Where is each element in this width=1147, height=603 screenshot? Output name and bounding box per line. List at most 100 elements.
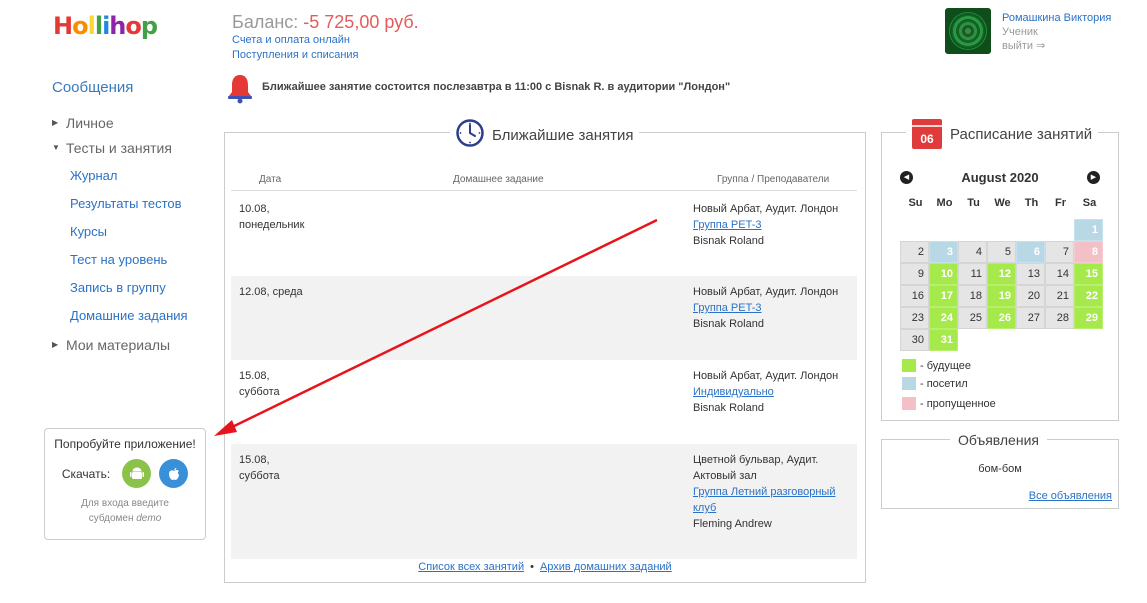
- lesson-teacher: Fleming Andrew: [693, 518, 772, 530]
- calendar-month: August 2020: [961, 169, 1039, 185]
- user-name-link[interactable]: Ромашкина Виктория: [1002, 11, 1111, 25]
- weekday-label: Th: [1024, 197, 1039, 209]
- calendar-day[interactable]: 20: [1016, 285, 1045, 307]
- balance-block: Баланс: -5 725,00 руб. Счета и оплата он…: [232, 12, 419, 63]
- calendar-day[interactable]: 22: [1074, 285, 1103, 307]
- online-payment-link[interactable]: Счета и оплата онлайн: [232, 33, 419, 48]
- sidebar-section-personal[interactable]: ▶ Личное: [52, 110, 222, 135]
- lesson-date-line1: 15.08,: [239, 370, 270, 382]
- lesson-teacher: Bisnak Roland: [693, 235, 764, 247]
- app-promo-title: Попробуйте приложение!: [54, 437, 196, 451]
- calendar-day[interactable]: 5: [987, 241, 1016, 263]
- calendar-day[interactable]: 12: [987, 263, 1016, 285]
- sidebar-section-materials[interactable]: ▶ Мои материалы: [52, 332, 222, 357]
- next-lesson-notice: Ближайшее занятие состоится послезавтра …: [262, 81, 731, 93]
- calendar-day[interactable]: 11: [958, 263, 987, 285]
- weekday-label: Fr: [1055, 197, 1066, 209]
- calendar-day[interactable]: 1: [1074, 219, 1103, 241]
- lesson-group-link[interactable]: Группа PET-3: [693, 300, 853, 316]
- lesson-teacher: Bisnak Roland: [693, 318, 764, 330]
- calendar-day[interactable]: 19: [987, 285, 1016, 307]
- calendar-day[interactable]: 23: [900, 307, 929, 329]
- weekday-label: Su: [908, 197, 923, 209]
- calendar-day[interactable]: 9: [900, 263, 929, 285]
- calendar-grid: 1 2 3 4 5 6 7 8 9 10 11 12 13 14 15 16 17 18 19 20 21 22 23 24 2…: [900, 219, 1103, 351]
- all-announcements-link[interactable]: Все объявления: [1029, 490, 1112, 502]
- homework-archive-link[interactable]: Архив домашних заданий: [540, 561, 672, 573]
- clock-icon: [456, 119, 484, 152]
- app-promo-note: Для входа введите субдомен demo: [45, 496, 205, 526]
- sidebar-item-group-signup[interactable]: Запись в группу: [70, 274, 222, 302]
- lesson-row: 15.08, суббота Цветной бульвар, Аудит. Ак…: [231, 444, 857, 559]
- calendar-day[interactable]: 27: [1016, 307, 1045, 329]
- calendar-day[interactable]: 8: [1074, 241, 1103, 263]
- logout-link[interactable]: выйти ⇒: [1002, 39, 1111, 53]
- calendar-day[interactable]: 14: [1045, 263, 1074, 285]
- user-info: Ромашкина Виктория Ученик выйти ⇒: [1002, 11, 1111, 53]
- calendar-icon: 06: [912, 119, 942, 149]
- future-swatch: [902, 359, 916, 372]
- col-date: Дата: [259, 174, 282, 185]
- calendar-day[interactable]: 2: [900, 241, 929, 263]
- weekday-label: Tu: [967, 197, 980, 209]
- apple-icon[interactable]: [159, 459, 189, 488]
- balance-label: Баланс:: [232, 12, 304, 32]
- calendar-day[interactable]: 16: [900, 285, 929, 307]
- weekday-label: We: [994, 197, 1011, 209]
- lesson-group-link[interactable]: Индивидуально: [693, 384, 853, 400]
- calendar-day[interactable]: 10: [929, 263, 958, 285]
- sidebar-item-messages[interactable]: Сообщения: [52, 79, 222, 96]
- calendar-day[interactable]: 25: [958, 307, 987, 329]
- calendar-day[interactable]: 6: [1016, 241, 1045, 263]
- calendar-day[interactable]: 13: [1016, 263, 1045, 285]
- android-icon[interactable]: [122, 459, 152, 488]
- lesson-date: 15.08, суббота: [239, 368, 359, 400]
- calendar-day[interactable]: 4: [958, 241, 987, 263]
- calendar-weekdays: Su Mo Tu We Th Fr Sa: [901, 197, 1104, 209]
- calendar-day[interactable]: 29: [1074, 307, 1103, 329]
- logo-letter: o: [125, 12, 141, 40]
- lesson-group-link[interactable]: Группа PET-3: [693, 217, 853, 233]
- sidebar-item-level-test[interactable]: Тест на уровень: [70, 246, 222, 274]
- lesson-place: Новый Арбат, Аудит. Лондон: [693, 203, 839, 215]
- hollihop-logo[interactable]: Hollihop: [53, 12, 158, 40]
- legend-future: - будущее: [902, 359, 971, 372]
- next-month-icon[interactable]: ▶: [1087, 170, 1100, 184]
- upcoming-lessons-panel: Ближайшие занятия Дата Домашнее задание …: [224, 119, 866, 583]
- calendar-day[interactable]: 31: [929, 329, 958, 351]
- sidebar-item-homework[interactable]: Домашние задания: [70, 302, 222, 330]
- calendar-day[interactable]: 28: [1045, 307, 1074, 329]
- lesson-place: Новый Арбат, Аудит. Лондон: [693, 370, 839, 382]
- sidebar-item-journal[interactable]: Журнал: [70, 162, 222, 190]
- sidebar-item-courses[interactable]: Курсы: [70, 218, 222, 246]
- sidebar-section-tests[interactable]: ▼ Тесты и занятия: [52, 135, 222, 160]
- bell-icon: [226, 72, 254, 109]
- all-lessons-link[interactable]: Список всех занятий: [418, 561, 524, 573]
- calendar-empty-cell: [987, 219, 1016, 241]
- calendar-day[interactable]: 21: [1045, 285, 1074, 307]
- transactions-link[interactable]: Поступления и списания: [232, 48, 419, 63]
- calendar-day[interactable]: 18: [958, 285, 987, 307]
- calendar-day[interactable]: 3: [929, 241, 958, 263]
- calendar-day[interactable]: 17: [929, 285, 958, 307]
- calendar-day[interactable]: 26: [987, 307, 1016, 329]
- logo-letter: H: [53, 12, 73, 40]
- announcements-panel: Объявления бом-бом Все объявления: [881, 432, 1119, 509]
- calendar-day[interactable]: 7: [1045, 241, 1074, 263]
- lesson-group-link[interactable]: Группа Летний разговорный клуб: [693, 484, 853, 516]
- sidebar-section-label: Мои материалы: [66, 336, 171, 353]
- lesson-place: Новый Арбат, Аудит. Лондон: [693, 286, 839, 298]
- user-avatar[interactable]: [945, 8, 991, 54]
- sidebar-item-test-results[interactable]: Результаты тестов: [70, 190, 222, 218]
- calendar-day[interactable]: 24: [929, 307, 958, 329]
- legend-missed: - пропущенное: [902, 397, 996, 410]
- prev-month-icon[interactable]: ◀: [900, 170, 913, 184]
- legend-future-label: - будущее: [920, 359, 971, 372]
- lesson-info: Новый Арбат, Аудит. Лондон Группа PET-3 …: [693, 201, 853, 249]
- legend-missed-label: - пропущенное: [920, 397, 996, 410]
- announcement-text: бом-бом: [978, 463, 1022, 475]
- lessons-footer: Список всех занятий • Архив домашних задан…: [225, 561, 865, 573]
- lesson-date: 10.08, понедельник: [239, 201, 359, 233]
- calendar-day[interactable]: 30: [900, 329, 929, 351]
- calendar-day[interactable]: 15: [1074, 263, 1103, 285]
